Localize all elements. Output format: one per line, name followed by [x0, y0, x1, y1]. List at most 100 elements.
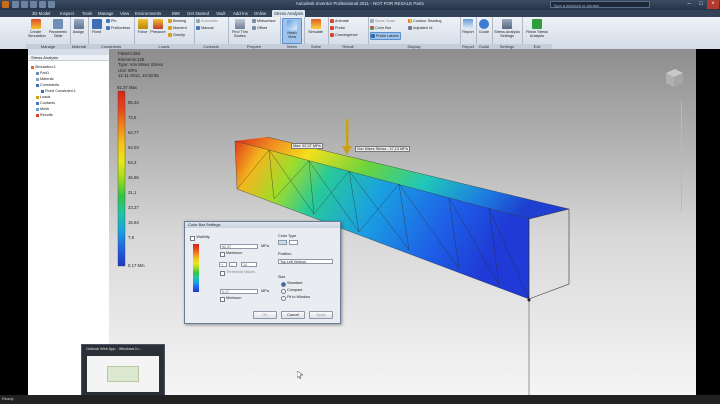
- offset-button[interactable]: Offset: [252, 25, 267, 31]
- force-arrow-icon[interactable]: [346, 119, 349, 147]
- force-arrow-head: [342, 146, 352, 155]
- pin-button[interactable]: Pin: [106, 18, 117, 24]
- maximum-checkbox[interactable]: [220, 252, 225, 257]
- tab-3d-model[interactable]: 3D Model: [30, 10, 52, 17]
- probe-label-von-mises[interactable]: Von Mises Stress : 47,13 MPa: [355, 146, 410, 152]
- stress-analysis-settings-button[interactable]: Stress Analysis Settings: [494, 18, 520, 42]
- adjusted-icon: [408, 26, 412, 30]
- color-type-color-button[interactable]: [278, 240, 287, 245]
- tree-item-part[interactable]: Part1: [36, 71, 49, 76]
- tree-item-simulation[interactable]: Simulation:1: [31, 65, 56, 70]
- legend-tick: 15,63: [128, 220, 139, 225]
- tab-environments[interactable]: Environments: [133, 10, 163, 17]
- automatic-icon: [196, 19, 200, 23]
- find-thin-bodies-button[interactable]: Find Thin Bodies: [230, 18, 250, 42]
- frictionless-button[interactable]: Frictionless: [106, 25, 130, 31]
- pin-icon: [106, 19, 110, 23]
- ok-button[interactable]: OK: [253, 311, 277, 319]
- taskbar-preview[interactable]: Outlook Web App - Windows In...: [81, 344, 165, 397]
- tab-vault[interactable]: Vault: [214, 10, 227, 17]
- size-fit-radio[interactable]: [281, 296, 286, 301]
- manual-button[interactable]: Manual: [196, 25, 213, 31]
- legend-max-label: 92,37 Max: [117, 85, 138, 90]
- part-icon: [36, 71, 39, 75]
- group-mesh: Mesh View Mesh: [280, 17, 305, 49]
- color-legend-bar[interactable]: [117, 90, 126, 267]
- frictionless-icon: [106, 26, 110, 30]
- minimum-checkbox[interactable]: [220, 297, 225, 302]
- size-compact-radio[interactable]: [281, 289, 286, 294]
- automatic-button[interactable]: Automatic: [196, 18, 218, 24]
- bearing-button[interactable]: Bearing: [168, 18, 186, 24]
- minimize-icon[interactable]: –: [683, 0, 695, 9]
- tree-item-constraints[interactable]: Constraints: [36, 83, 59, 88]
- beam-end-face: [528, 208, 570, 300]
- max-value-input[interactable]: 92,37: [220, 244, 258, 249]
- contour-shading-icon: [408, 19, 412, 23]
- size-standard-radio[interactable]: [281, 282, 286, 287]
- tab-add-ins[interactable]: Add-Ins: [231, 10, 250, 17]
- position-select[interactable]: Top Left Vertical: [278, 259, 333, 264]
- thin-bodies-icon: [235, 19, 245, 29]
- mesh-view-button[interactable]: Mesh View: [282, 18, 302, 44]
- fixed-button[interactable]: Fixed: [89, 18, 104, 42]
- min-value-input[interactable]: 0,17: [220, 289, 258, 294]
- tab-inspect[interactable]: Inspect: [58, 10, 76, 17]
- color-type-gray-button[interactable]: [289, 240, 298, 245]
- midsurface-icon: [252, 19, 256, 23]
- tree-item-mesh[interactable]: Mesh: [36, 107, 49, 112]
- cancel-button[interactable]: Cancel: [281, 311, 305, 319]
- bearing-icon: [168, 19, 172, 23]
- threshold-label: Threshold Values: [226, 270, 256, 274]
- assign-button[interactable]: Assign: [71, 18, 86, 42]
- legend-tick: 7,9: [128, 235, 134, 240]
- tab-tools[interactable]: Tools: [80, 10, 94, 17]
- probe-label-max[interactable]: Max: 92,37 MPa: [291, 143, 323, 149]
- tab-stress-analysis[interactable]: Stress Analysis: [272, 10, 306, 17]
- min-unit-label: MPa: [261, 289, 269, 293]
- probe-button[interactable]: Probe: [330, 25, 345, 31]
- visibility-checkbox[interactable]: [190, 236, 195, 241]
- group-result: Animate Probe Convergence Result: [328, 17, 369, 49]
- threshold-checkbox[interactable]: [220, 271, 225, 276]
- midsurface-button[interactable]: Midsurface: [252, 18, 276, 24]
- animate-icon: [330, 19, 334, 23]
- moment-button[interactable]: Moment: [168, 25, 187, 31]
- apply-button[interactable]: Apply: [309, 311, 333, 319]
- remove-step-button[interactable]: –: [229, 262, 237, 267]
- tab-online[interactable]: Online: [252, 10, 268, 17]
- tab-get-started[interactable]: Get Started: [185, 10, 211, 17]
- pressure-button[interactable]: Pressure: [150, 18, 166, 42]
- maximize-icon[interactable]: □: [695, 0, 707, 9]
- tab-view[interactable]: View: [118, 10, 131, 17]
- force-button[interactable]: Force: [135, 18, 150, 42]
- animate-button[interactable]: Animate: [330, 18, 349, 24]
- tree-item-material[interactable]: Material: [36, 77, 54, 82]
- contour-shading-button[interactable]: Contour Shading: [408, 18, 442, 24]
- probe-labels-button[interactable]: Probe Labels: [370, 32, 402, 40]
- help-search-input[interactable]: Type a keyword or phrase: [550, 1, 650, 8]
- tree-item-loads[interactable]: Loads: [36, 95, 50, 100]
- same-scale-button[interactable]: Same Scale: [370, 18, 395, 24]
- tree-item-fixed-constraint[interactable]: Fixed Constraint:1: [41, 89, 76, 94]
- guide-button[interactable]: Guide: [477, 18, 491, 42]
- tab-bim[interactable]: BIM: [170, 10, 182, 17]
- color-bar-button[interactable]: Color Bar: [370, 25, 391, 31]
- parametric-table-button[interactable]: Parametric Table: [48, 18, 68, 42]
- simulate-button[interactable]: Simulate: [307, 18, 324, 42]
- browser-header[interactable]: Stress Analysis: [28, 55, 109, 61]
- steps-input[interactable]: 10: [241, 262, 257, 267]
- add-step-button[interactable]: +: [219, 262, 227, 267]
- finish-stress-analysis-button[interactable]: Finish Stress Analysis: [524, 18, 550, 42]
- tree-item-contacts[interactable]: Contacts: [36, 101, 55, 106]
- loads-icon: [36, 95, 39, 99]
- tab-manage[interactable]: Manage: [96, 10, 116, 17]
- tree-item-results[interactable]: Results: [36, 113, 53, 118]
- adjusted-displacement-dropdown[interactable]: Adjusted x1: [408, 25, 433, 31]
- convergence-button[interactable]: Convergence: [330, 32, 358, 38]
- close-icon[interactable]: ×: [707, 0, 719, 9]
- gravity-button[interactable]: Gravity: [168, 32, 185, 38]
- lock-icon: [41, 89, 44, 93]
- create-simulation-button[interactable]: Create Simulation: [28, 18, 46, 42]
- report-button[interactable]: Report: [461, 18, 475, 42]
